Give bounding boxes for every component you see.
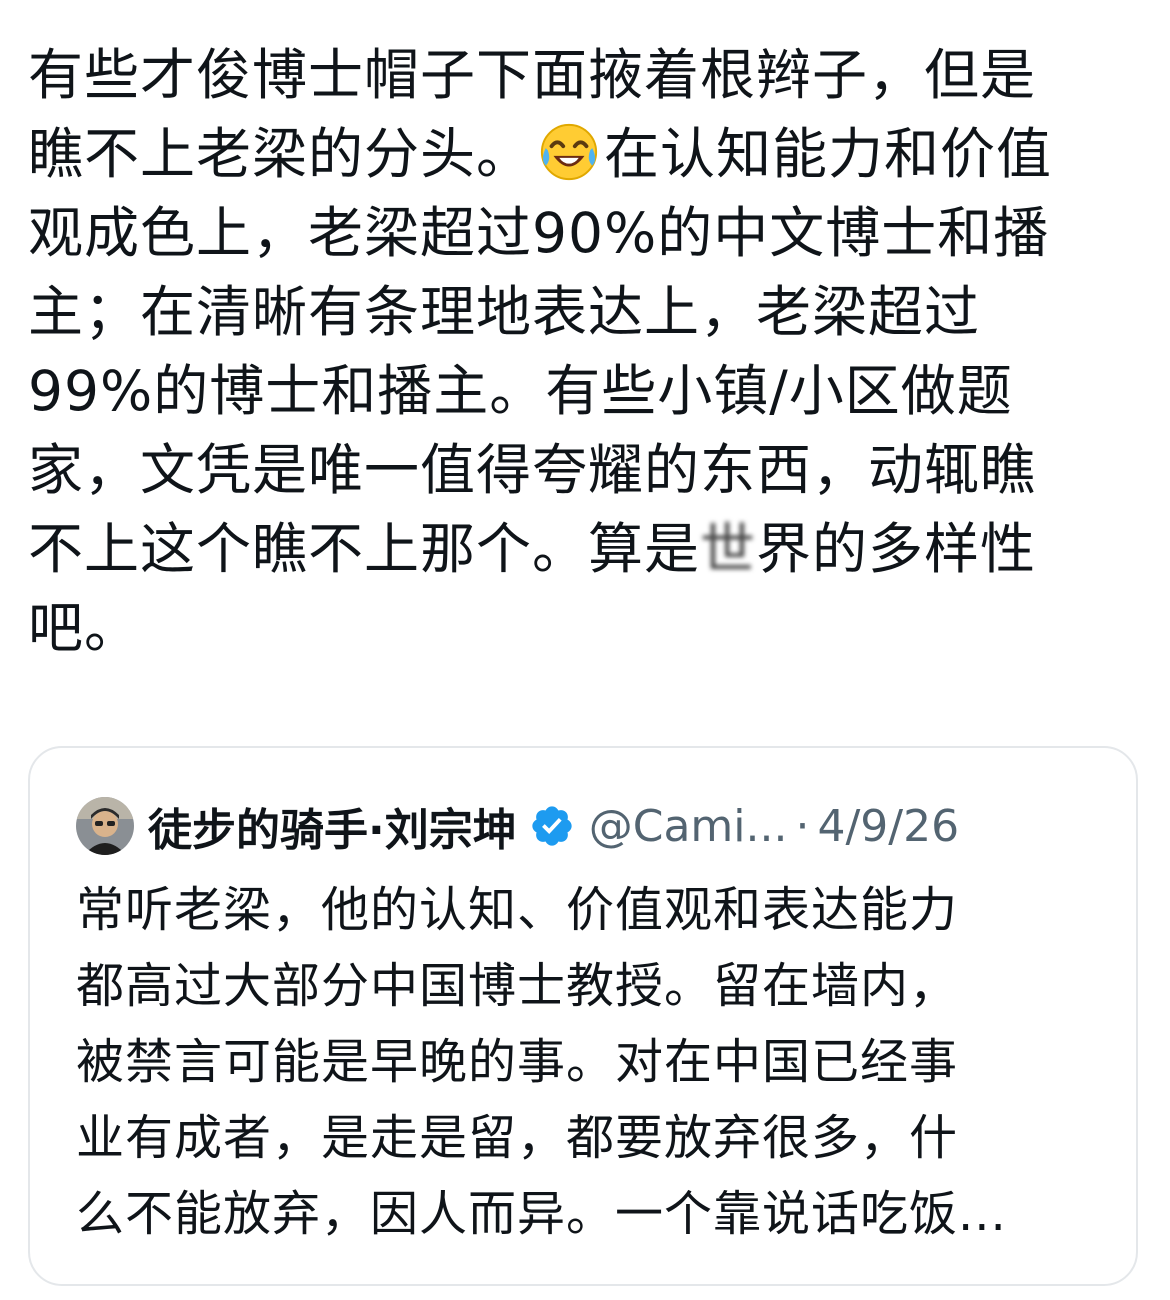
post-line-segment: 界的多样性 (756, 517, 1037, 581)
post-line: 瞧不上老梁的分头。 在认知能力和价值 (28, 115, 1142, 194)
quoted-post-card[interactable]: 徒步的骑手·刘宗坤 @Cami... · 4/9/26 常听老梁，他的认知、价值… (28, 746, 1138, 1286)
quote-line: 被禁言可能是早晚的事。对在中国已经事 (76, 1034, 959, 1090)
post-line: 观成色上，老梁超过90%的中文博士和播 (28, 201, 1050, 265)
post-line: 99%的博士和播主。有些小镇/小区做题 (28, 359, 1013, 423)
quote-line: 都高过大部分中国博士教授。留在墙内， (76, 958, 959, 1014)
post-line: 不上这个瞧不上那个。算是世界的多样性 (28, 510, 1142, 589)
post-line-segment: 在认知能力和价值 (604, 122, 1053, 186)
author-handle[interactable]: @Cami... (589, 801, 788, 852)
post-line: 主；在清晰有条理地表达上，老梁超过 (28, 280, 981, 344)
blurred-character: 世 (700, 517, 757, 581)
post-line-segment: 瞧不上老梁的分头。 (28, 122, 533, 186)
avatar-image (76, 797, 134, 855)
separator-dot: · (795, 800, 810, 852)
quote-line: 业有成者，是走是留，都要放弃很多，什 (76, 1110, 959, 1166)
avatar[interactable] (76, 797, 134, 855)
post-line: 家，文凭是唯一值得夸耀的东西，动辄瞧 (28, 438, 1037, 502)
quote-line: 常听老梁，他的认知、价值观和表达能力 (76, 882, 959, 938)
verified-badge-icon (532, 806, 572, 846)
quoted-post-header: 徒步的骑手·刘宗坤 @Cami... · 4/9/26 (76, 796, 959, 856)
post-line: 吧。 (28, 596, 141, 660)
post-line: 有些才俊博士帽子下面掖着根辫子，但是 (28, 43, 1037, 107)
quote-line: 么不能放弃，因人而异。一个靠说话吃饭... (76, 1186, 1007, 1242)
post-line-segment: 不上这个瞧不上那个。算是 (28, 517, 701, 581)
author-name[interactable]: 徒步的骑手·刘宗坤 (148, 794, 517, 858)
post-text: 有些才俊博士帽子下面掖着根辫子，但是 瞧不上老梁的分头。 在认知能力和价值 观成… (28, 36, 1142, 668)
face-with-tears-of-joy-icon (540, 123, 598, 181)
quoted-post-text: 常听老梁，他的认知、价值观和表达能力 都高过大部分中国博士教授。留在墙内， 被禁… (76, 872, 1096, 1252)
post-date[interactable]: 4/9/26 (817, 801, 959, 852)
